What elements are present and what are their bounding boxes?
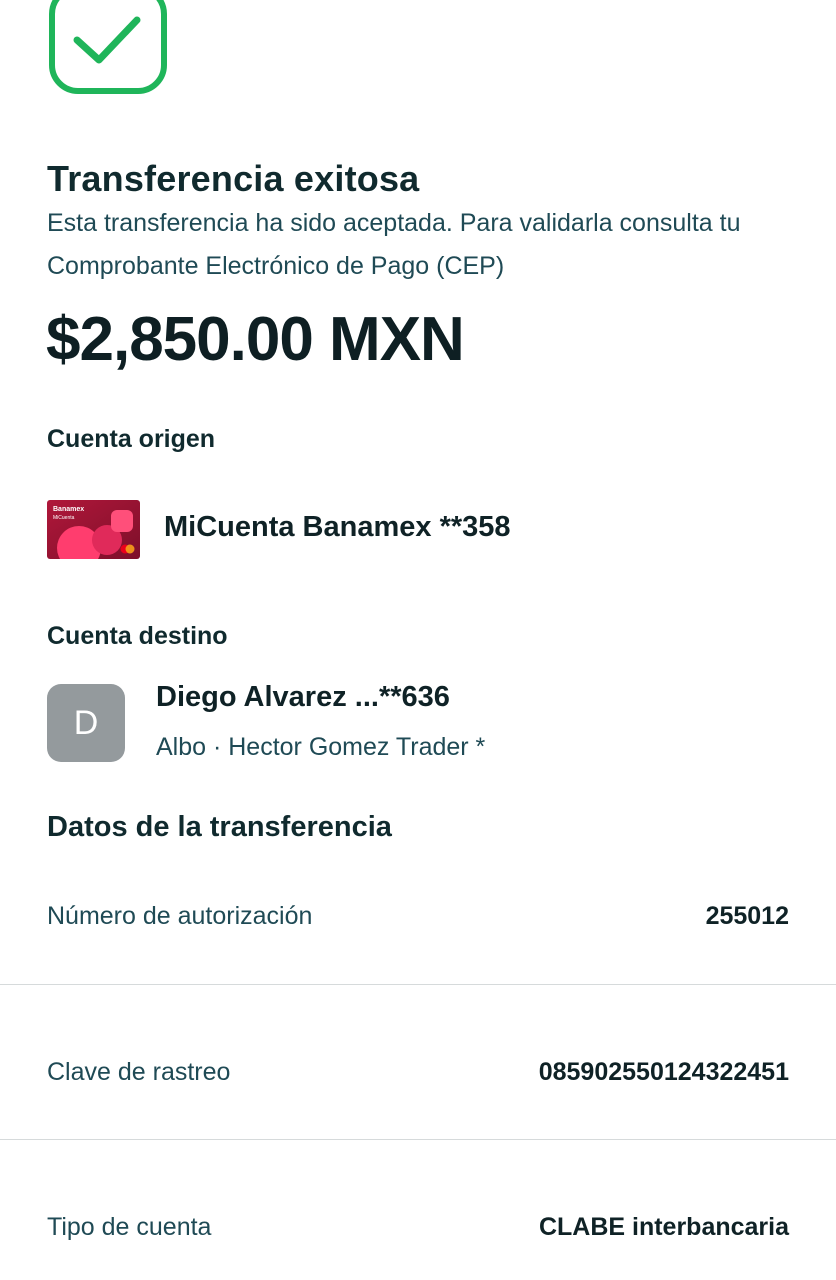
origin-account-label: Cuenta origen <box>47 425 216 453</box>
card-brand-text: Banamex <box>53 506 84 513</box>
detail-label: Tipo de cuenta <box>47 1213 212 1241</box>
avatar: D <box>47 684 125 762</box>
transfer-amount: $2,850.00 MXN <box>46 305 465 374</box>
card-thumbnail: Banamex MiCuenta <box>47 500 140 559</box>
detail-row-tracking-key: Clave de rastreo 085902550124322451 <box>0 1042 836 1102</box>
page-title: Transferencia exitosa <box>47 158 420 199</box>
detail-value: CLABE interbancaria <box>538 1213 789 1241</box>
status-description: Esta transferencia ha sido aceptada. Par… <box>47 209 741 280</box>
destination-name: Diego Alvarez ...**636 <box>156 681 450 713</box>
divider <box>0 1139 836 1140</box>
detail-value: 085902550124322451 <box>538 1058 789 1086</box>
detail-label: Clave de rastreo <box>47 1058 231 1086</box>
origin-account-name: MiCuenta Banamex **358 <box>164 511 511 543</box>
divider <box>0 984 836 985</box>
detail-value: 255012 <box>705 902 789 930</box>
transfer-receipt-screen: Transferencia exitosa Esta transferencia… <box>0 0 836 1280</box>
transfer-details-title: Datos de la transferencia <box>47 811 392 843</box>
detail-label: Número de autorización <box>47 902 313 930</box>
destination-account-label: Cuenta destino <box>47 622 228 650</box>
card-product-text: MiCuenta <box>53 515 75 521</box>
destination-bank-detail: Albo · Hector Gomez Trader * <box>156 733 486 761</box>
check-icon <box>49 0 169 96</box>
detail-row-authorization: Número de autorización 255012 <box>0 886 836 946</box>
detail-row-account-type: Tipo de cuenta CLABE interbancaria <box>0 1197 836 1257</box>
